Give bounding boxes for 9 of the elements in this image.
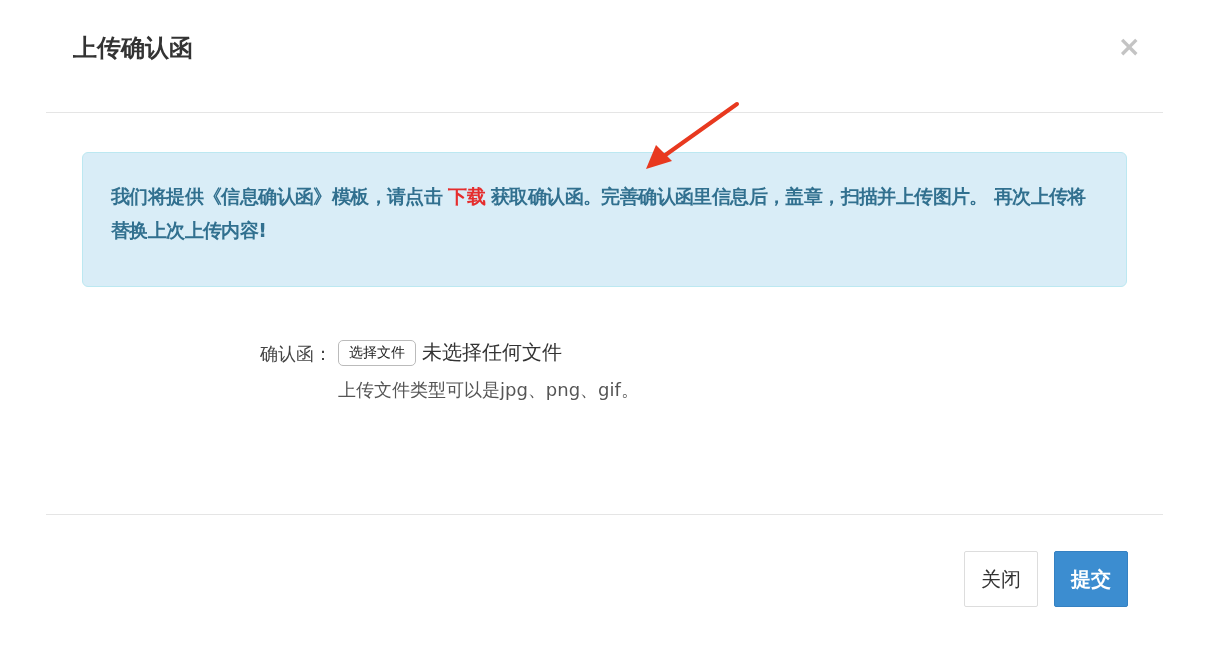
submit-button[interactable]: 提交 <box>1054 551 1128 607</box>
field-label: 确认函： <box>259 342 332 366</box>
file-status: 未选择任何文件 <box>422 339 562 366</box>
choose-file-button[interactable]: 选择文件 <box>338 339 416 366</box>
close-dialog-button[interactable]: 关闭 <box>964 551 1038 607</box>
file-type-hint: 上传文件类型可以是jpg、png、gif。 <box>338 378 639 402</box>
download-link[interactable]: 下载 <box>448 185 486 207</box>
dialog-title: 上传确认函 <box>73 33 193 64</box>
notice-text: 我们将提供《信息确认函》模板，请点击 下载 获取确认函。完善确认函里信息后，盖章，扫描并上传图片。 再次上传将替换上次上传内容! <box>111 184 1087 243</box>
